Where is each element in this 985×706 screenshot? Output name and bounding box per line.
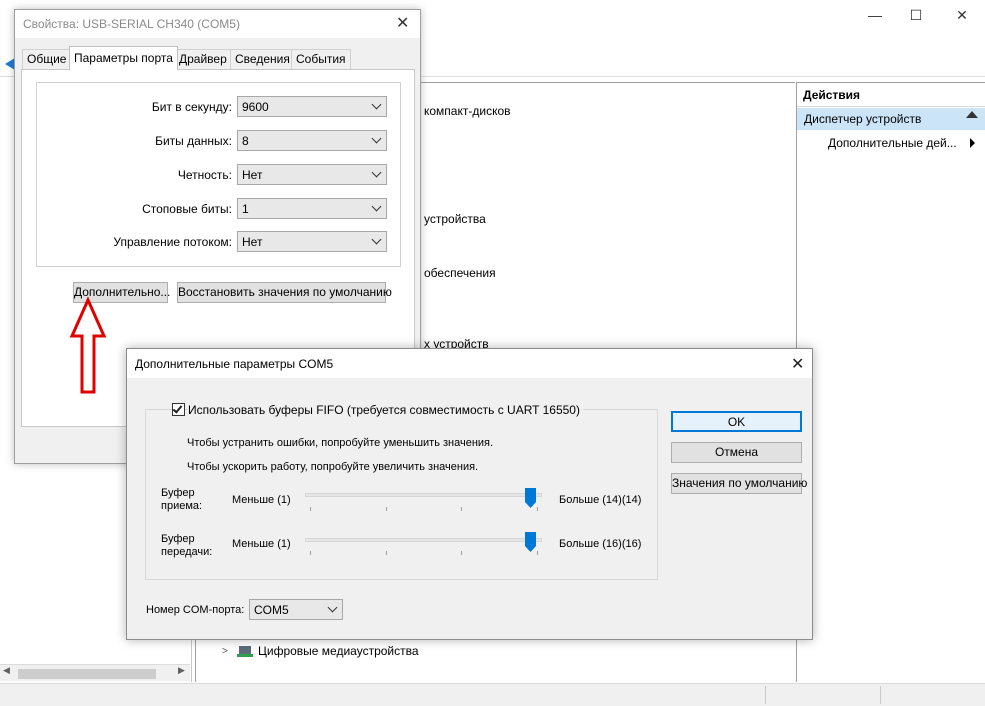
- minimize-icon[interactable]: —: [852, 4, 898, 26]
- actions-pane: [796, 82, 985, 682]
- flow-control-select[interactable]: Нет: [237, 231, 387, 252]
- tab-details[interactable]: Сведения: [230, 49, 295, 69]
- flow-control-value: Нет: [242, 235, 263, 249]
- ok-button[interactable]: OK: [671, 411, 802, 432]
- close-icon[interactable]: ✕: [939, 4, 985, 26]
- chevron-down-icon: [327, 602, 338, 613]
- hint-increase: Чтобы ускорить работу, попробуйте увелич…: [187, 461, 479, 473]
- transmit-current-value: (16): [621, 538, 642, 550]
- media-device-icon: [237, 645, 253, 659]
- defaults-button[interactable]: Значения по умолчанию: [671, 473, 807, 494]
- maximize-icon[interactable]: ☐: [893, 4, 939, 26]
- actions-header: Действия: [797, 85, 985, 107]
- annotation-arrow-icon: [68, 296, 108, 399]
- transmit-max-label: Больше (16)(16): [559, 538, 641, 550]
- flow-control-label: Управление потоком:: [113, 235, 232, 249]
- slider-tick: [461, 507, 462, 511]
- stop-bits-label: Стоповые биты:: [142, 202, 232, 216]
- parity-value: Нет: [242, 168, 263, 182]
- com-port-label: Номер COM-порта:: [146, 604, 245, 616]
- baud-rate-select[interactable]: 9600: [237, 96, 387, 117]
- tree-item-media-devices[interactable]: Цифровые медиаустройства: [258, 644, 419, 658]
- slider-tick: [310, 551, 311, 555]
- tree-item-devices[interactable]: устройства: [424, 212, 486, 226]
- chevron-down-icon: [371, 99, 382, 110]
- parity-label: Четность:: [177, 168, 232, 182]
- fifo-label[interactable]: Использовать буферы FIFO (требуется совм…: [188, 403, 583, 417]
- com-port-select[interactable]: COM5: [249, 599, 343, 620]
- slider-tick: [386, 551, 387, 555]
- actions-more-item[interactable]: Дополнительные дей...: [828, 136, 958, 150]
- tab-general[interactable]: Общие: [22, 49, 72, 69]
- tree-item-software[interactable]: обеспечения: [424, 266, 496, 280]
- transmit-max-text: Больше (16): [559, 538, 622, 550]
- data-bits-label: Биты данных:: [155, 134, 232, 148]
- scrollbar-thumb[interactable]: [18, 669, 156, 679]
- close-icon[interactable]: ✕: [396, 13, 409, 33]
- slider-tick: [310, 507, 311, 511]
- tab-driver[interactable]: Драйвер: [174, 49, 232, 69]
- advanced-title: Дополнительные параметры COM5: [135, 357, 334, 371]
- slider-tick: [386, 507, 387, 511]
- transmit-min-label: Меньше (1): [232, 538, 291, 550]
- tab-events[interactable]: События: [291, 49, 351, 69]
- receive-max-label: Больше (14)(14): [559, 494, 641, 506]
- status-separator: [765, 686, 766, 704]
- data-bits-value: 8: [242, 134, 249, 148]
- baud-rate-label: Бит в секунду:: [151, 100, 232, 114]
- receive-current-value: (14): [621, 494, 642, 506]
- scroll-right-icon[interactable]: ▶: [178, 665, 185, 676]
- chevron-down-icon: [371, 167, 382, 178]
- hint-reduce: Чтобы устранить ошибки, попробуйте умень…: [187, 437, 494, 449]
- stop-bits-select[interactable]: 1: [237, 198, 387, 219]
- status-bar: [0, 683, 985, 706]
- scroll-left-icon[interactable]: ◀: [3, 665, 10, 676]
- transmit-buffer-slider[interactable]: [305, 538, 542, 542]
- chevron-down-icon: [371, 133, 382, 144]
- receive-buffer-label-line1: Буфер: [161, 487, 195, 499]
- restore-defaults-button[interactable]: Восстановить значения по умолчанию: [177, 282, 392, 303]
- receive-min-label: Меньше (1): [232, 494, 291, 506]
- status-separator: [880, 686, 881, 704]
- close-icon[interactable]: ✕: [791, 354, 804, 374]
- receive-max-text: Больше (14): [559, 494, 622, 506]
- chevron-down-icon: [371, 201, 382, 212]
- receive-buffer-slider[interactable]: [305, 493, 542, 497]
- slider-tick: [537, 507, 538, 511]
- transmit-buffer-label-line2: передачи:: [161, 546, 213, 558]
- stop-bits-value: 1: [242, 202, 249, 216]
- submenu-arrow-icon: [970, 138, 975, 148]
- slider-tick: [537, 551, 538, 555]
- properties-title: Свойства: USB-SERIAL CH340 (COM5): [23, 17, 240, 31]
- parity-select[interactable]: Нет: [237, 164, 387, 185]
- tree-item-cdrom[interactable]: компакт-дисков: [424, 104, 511, 118]
- expand-chevron-icon[interactable]: >: [222, 646, 228, 657]
- transmit-buffer-label-line1: Буфер: [161, 533, 195, 545]
- collapse-up-icon[interactable]: [966, 111, 978, 118]
- actions-selected-item[interactable]: Диспетчер устройств: [797, 108, 985, 130]
- tab-port-settings[interactable]: Параметры порта: [69, 46, 178, 70]
- transmit-buffer-label: Буфер передачи:: [161, 533, 212, 559]
- slider-tick: [461, 551, 462, 555]
- data-bits-select[interactable]: 8: [237, 130, 387, 151]
- receive-buffer-label: Буфер приема:: [161, 487, 202, 513]
- chevron-down-icon: [371, 234, 382, 245]
- cancel-button[interactable]: Отмена: [671, 442, 802, 463]
- com-port-value: COM5: [254, 603, 289, 617]
- baud-rate-value: 9600: [242, 100, 269, 114]
- receive-buffer-label-line2: приема:: [161, 500, 203, 512]
